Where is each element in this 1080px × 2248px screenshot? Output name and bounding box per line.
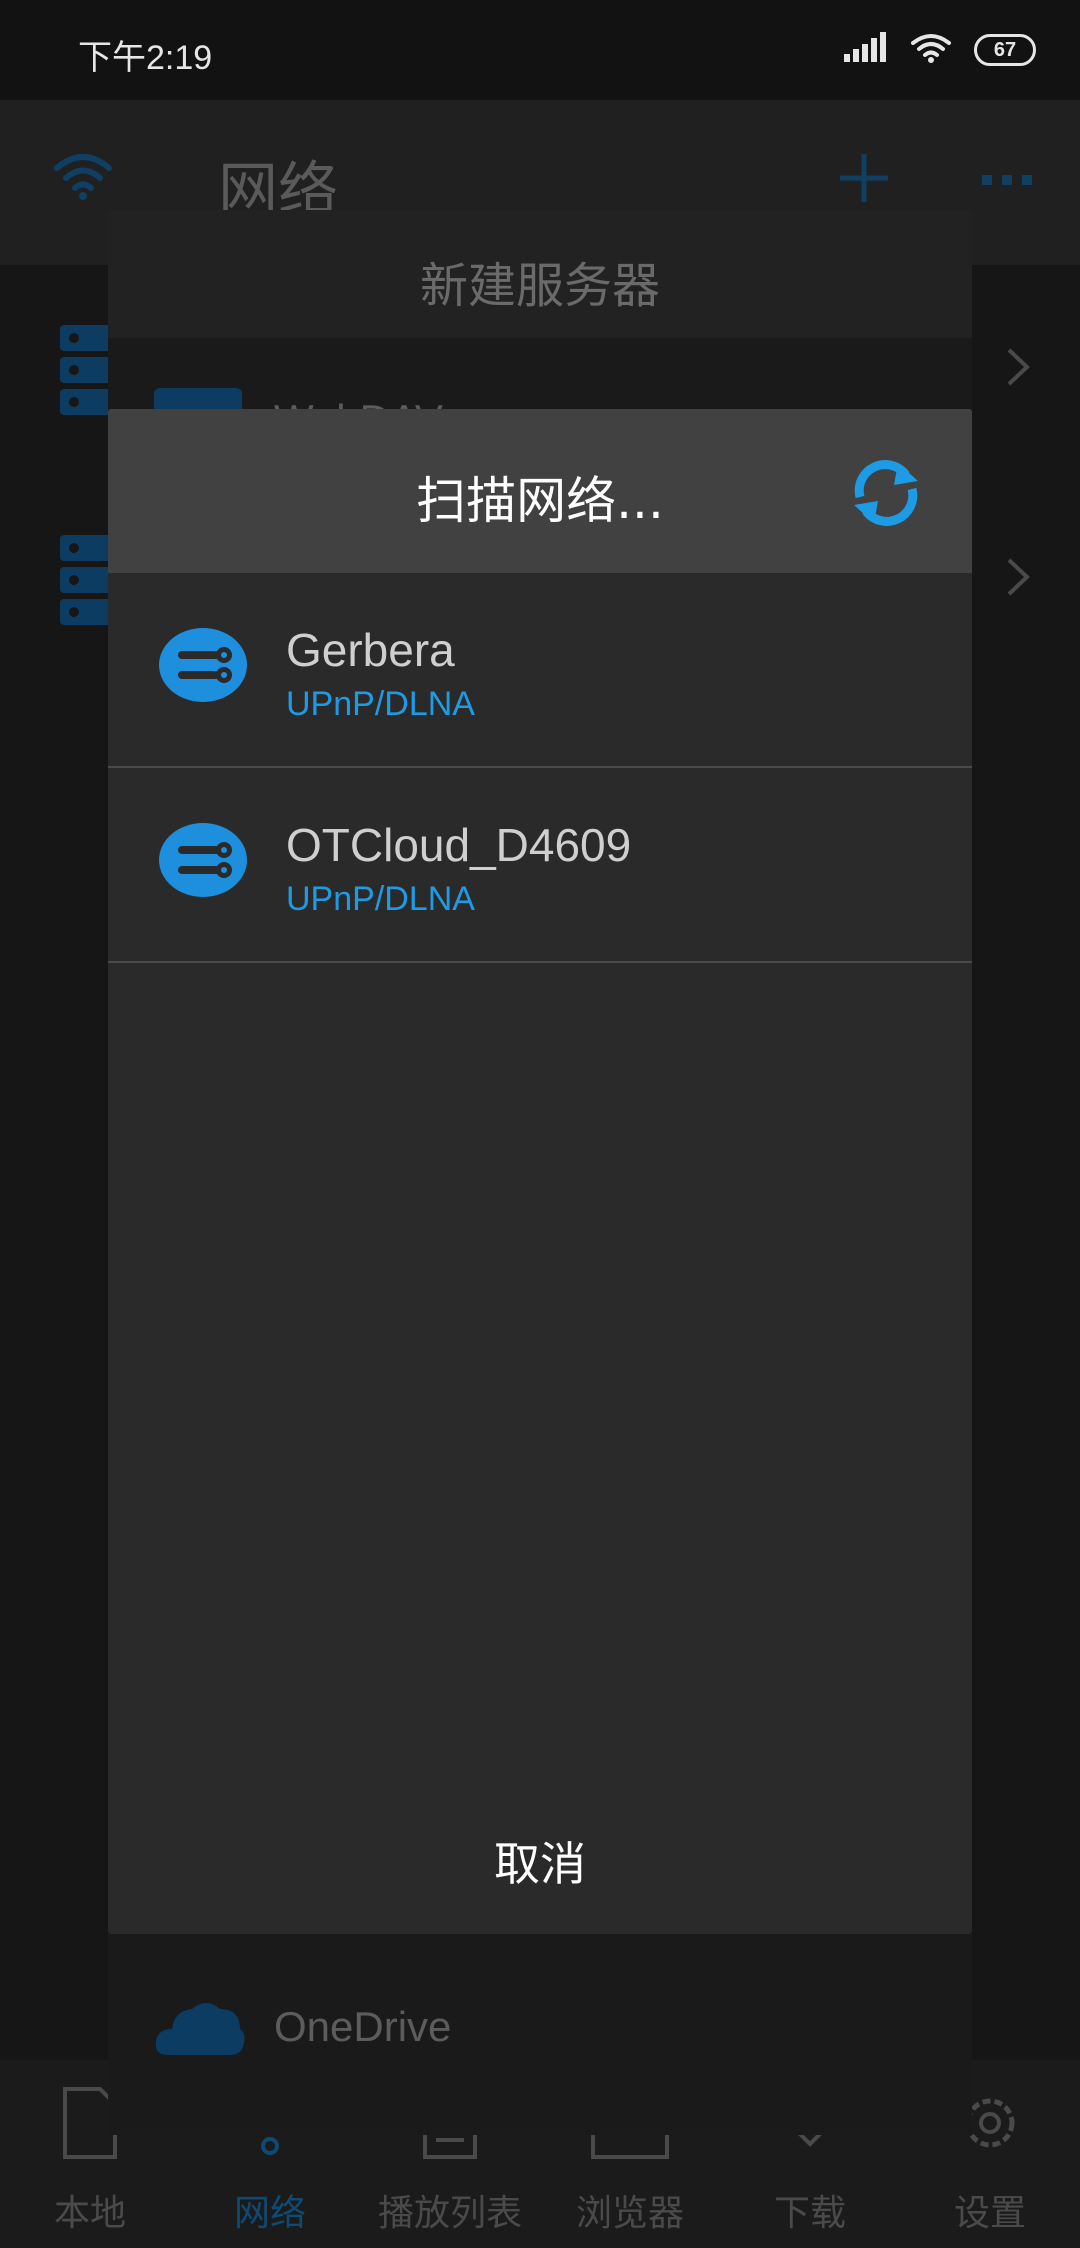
refresh-icon[interactable]	[846, 453, 926, 533]
dialog-title: 新建服务器	[419, 258, 660, 314]
dialog-header: 扫描网络...	[108, 409, 972, 573]
wifi-icon	[910, 32, 952, 68]
device-name: OTCloud_D4609	[286, 819, 632, 871]
scan-network-dialog: 扫描网络... Gerbera UPnP/DLNA OTCloud_D4609 …	[108, 409, 972, 1934]
server-option-onedrive[interactable]: OneDrive	[108, 1955, 972, 2105]
nav-label: 下载	[773, 2193, 846, 2234]
device-type: UPnP/DLNA	[286, 880, 475, 918]
nav-label: 浏览器	[575, 2193, 684, 2234]
chevron-right-icon	[1006, 347, 1030, 391]
nav-label: 播放列表	[377, 2193, 522, 2234]
dlna-icon	[158, 822, 248, 902]
more-icon[interactable]	[982, 172, 1032, 191]
dlna-icon	[158, 627, 248, 707]
device-name: Gerbera	[286, 624, 455, 676]
battery-icon: 67	[974, 34, 1036, 66]
server-option-label: OneDrive	[274, 2003, 452, 2050]
status-time: 下午2:19	[78, 39, 213, 77]
device-row-gerbera[interactable]: Gerbera UPnP/DLNA	[108, 573, 972, 768]
cancel-button[interactable]: 取消	[108, 1819, 972, 1909]
add-icon[interactable]	[838, 152, 890, 208]
dialog-title: 扫描网络...	[416, 472, 664, 530]
server-icon	[60, 325, 112, 419]
device-type: UPnP/DLNA	[286, 685, 475, 723]
dialog-header: 新建服务器	[108, 210, 972, 338]
nav-label: 设置	[953, 2193, 1026, 2234]
nav-label: 网络	[233, 2193, 306, 2234]
wifi-icon	[52, 152, 114, 206]
signal-icon	[844, 32, 888, 68]
nav-label: 本地	[53, 2193, 126, 2234]
status-bar: 下午2:19 67	[0, 0, 1080, 100]
chevron-right-icon	[1006, 557, 1030, 601]
server-icon	[60, 535, 112, 629]
cloud-icon	[154, 1997, 246, 2061]
device-row-otcloud[interactable]: OTCloud_D4609 UPnP/DLNA	[108, 768, 972, 963]
status-icons: 67	[844, 32, 1036, 68]
